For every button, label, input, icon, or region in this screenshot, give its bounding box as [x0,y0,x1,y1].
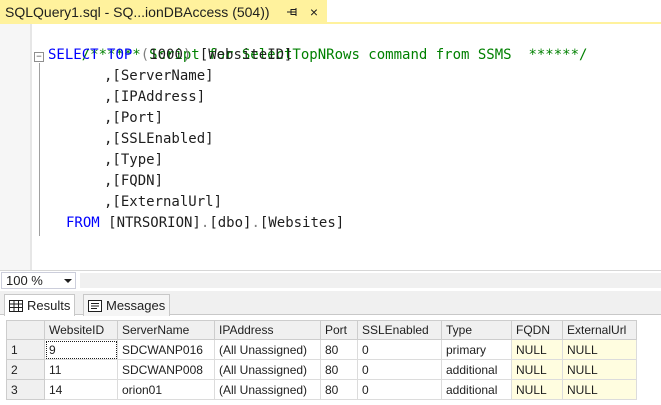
cell-type[interactable]: additional [441,379,512,400]
collapse-region-icon[interactable]: − [34,52,44,62]
cell-externalurl[interactable]: NULL [562,359,637,380]
query-tab-title: SQLQuery1.sql - SQ...ionDBAccess (504)) [5,4,270,20]
code-line-column: ,[Port] [104,108,163,129]
row-header-corner[interactable] [6,320,45,340]
chevron-down-icon[interactable] [64,279,72,283]
column-name: ,[ServerName] [104,68,214,84]
column-header[interactable]: Type [441,320,512,340]
column-name: ,[Port] [104,110,164,126]
cell-fqdn[interactable]: NULL [511,379,563,400]
column-name: ,[FQDN] [104,173,164,189]
query-tab[interactable]: SQLQuery1.sql - SQ...ionDBAccess (504)) … [0,0,327,24]
document-tab-strip: SQLQuery1.sql - SQ...ionDBAccess (504)) … [0,0,661,24]
cell-type[interactable]: additional [441,359,512,380]
column-name: ,[ExternalUrl] [104,194,223,210]
code-line-column: ,[FQDN] [104,171,163,192]
code-line-column: ,[ServerName] [104,66,214,87]
code-line-column: ,[Type] [104,150,163,171]
table-row[interactable]: 2 11 SDCWANP008 (All Unassigned) 80 0 ad… [6,359,637,380]
tab-results[interactable]: Results [4,294,76,316]
from-schema: [dbo] [209,215,252,231]
cell-servername[interactable]: SDCWANP016 [117,339,215,360]
cell-type[interactable]: primary [441,339,512,360]
table-row[interactable]: 1 9 SDCWANP016 (All Unassigned) 80 0 pri… [6,339,637,360]
cell-externalurl[interactable]: NULL [562,379,637,400]
from-keyword: FROM [66,215,100,231]
cell-fqdn[interactable]: NULL [511,339,563,360]
cell-sslenabled[interactable]: 0 [357,339,442,360]
cell-port[interactable]: 80 [320,359,358,380]
column-header[interactable]: FQDN [511,320,563,340]
cell-servername[interactable]: orion01 [117,379,215,400]
row-number[interactable]: 3 [6,379,45,400]
code-line-column: ,[ExternalUrl] [104,192,222,213]
row-number[interactable]: 2 [6,359,45,380]
top-value: 1000 [149,47,183,63]
code-line-from: FROM [NTRSORION].[dbo].[Websites] [66,215,345,231]
horizontal-scrollbar[interactable] [80,273,661,288]
zoom-dropdown[interactable]: 100 % [1,272,76,289]
code-line-column: ,[IPAddress] [104,87,205,108]
tab-messages-label: Messages [106,298,166,313]
results-grid[interactable]: WebsiteID ServerName IPAddress Port SSLE… [0,316,661,405]
cell-fqdn[interactable]: NULL [511,359,563,380]
top-keyword: TOP [107,47,133,63]
tab-results-label: Results [27,298,71,313]
zoom-value: 100 % [6,273,43,288]
code-line-column: ,[SSLEnabled] [104,129,214,150]
outline-fold-line [39,63,40,236]
close-icon[interactable]: × [307,4,321,20]
cell-sslenabled[interactable]: 0 [357,359,442,380]
cell-port[interactable]: 80 [320,339,358,360]
pin-icon[interactable] [285,4,299,20]
cell-ipaddress[interactable]: (All Unassigned) [214,379,321,400]
row-number[interactable]: 1 [6,339,45,360]
messages-icon [88,299,102,312]
table-row[interactable]: 3 14 orion01 (All Unassigned) 80 0 addit… [6,379,637,400]
column-name: ,[SSLEnabled] [104,131,214,147]
editor-margin-separator [30,24,32,270]
query-editor[interactable]: − /****** Script for SelectTopNRows comm… [0,24,661,270]
column-header[interactable]: ServerName [117,320,215,340]
cell-websiteid[interactable]: 11 [44,359,118,380]
column-name: ,[Type] [104,152,164,168]
cell-externalurl[interactable]: NULL [562,339,637,360]
zoom-bar: 100 % [0,270,661,290]
cell-port[interactable]: 80 [320,379,358,400]
column-header[interactable]: SSLEnabled [357,320,442,340]
cell-ipaddress[interactable]: (All Unassigned) [214,359,321,380]
first-column: [WebsiteID] [191,47,293,63]
cell-servername[interactable]: SDCWANP008 [117,359,215,380]
results-table: WebsiteID ServerName IPAddress Port SSLE… [6,320,637,400]
code-line-comment: /****** Script for SelectTopNRows comman… [48,24,588,63]
cell-websiteid[interactable]: 14 [44,379,118,400]
grid-icon [9,299,23,312]
select-keyword: SELECT [48,47,99,63]
column-name: ,[IPAddress] [104,89,206,105]
column-header[interactable]: IPAddress [214,320,321,340]
header-row: WebsiteID ServerName IPAddress Port SSLE… [6,320,637,340]
column-header[interactable]: ExternalUrl [562,320,637,340]
top-open-paren: ( [140,47,150,63]
column-header[interactable]: WebsiteID [44,320,118,340]
column-header[interactable]: Port [320,320,358,340]
cell-websiteid[interactable]: 9 [44,339,118,360]
tab-messages[interactable]: Messages [83,294,171,316]
results-tab-strip: Results Messages [0,291,661,316]
cell-ipaddress[interactable]: (All Unassigned) [214,339,321,360]
from-database: [NTRSORION] [99,215,201,231]
code-line-select: SELECT TOP (1000) [WebsiteID] [48,45,293,66]
editor-margin [0,24,30,270]
from-table: [Websites] [259,215,345,231]
cell-sslenabled[interactable]: 0 [357,379,442,400]
